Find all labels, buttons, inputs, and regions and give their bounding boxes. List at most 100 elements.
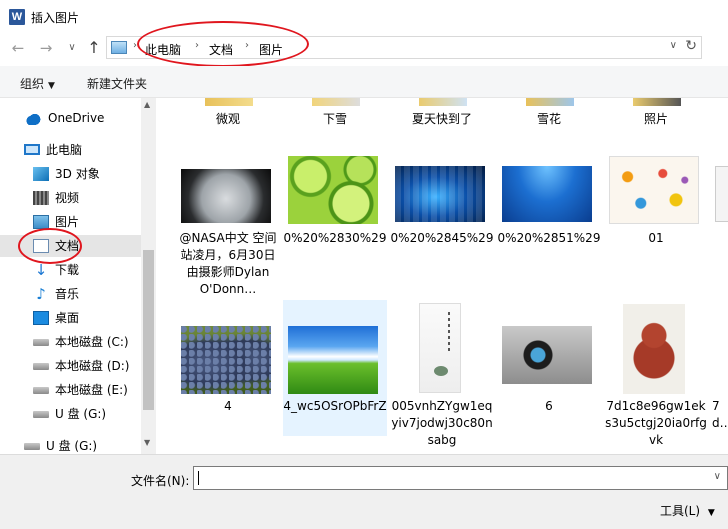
nav-item-videos[interactable]: 视频	[33, 187, 141, 209]
file-tile-01[interactable]: 01	[604, 154, 708, 264]
nav-item-downloads[interactable]: ↓ 下载	[33, 259, 141, 281]
title-bar: W 插入图片	[0, 0, 728, 34]
ink-painting-detail	[434, 366, 448, 376]
address-dropdown-icon[interactable]: ∨	[670, 40, 677, 51]
nav-item-label: 音乐	[55, 287, 80, 301]
breadcrumb-separator[interactable]: ›	[245, 40, 249, 51]
file-tile-7d1c8e[interactable]: 7d1c8e96gw1eks3u5ctgj20ia0rfgvk	[604, 300, 708, 450]
forward-arrow-icon[interactable]: →	[36, 38, 56, 58]
collage-image	[609, 156, 699, 224]
file-tile-2845[interactable]: 0%20%2845%29	[390, 154, 494, 264]
file-name: 4_wc5OSrOPbFrZ	[283, 399, 387, 413]
folder-icon	[526, 98, 574, 106]
window-title: 插入图片	[31, 11, 80, 25]
file-name: 4	[224, 399, 232, 413]
folder-label-xiaxue[interactable]: 下雪	[283, 110, 387, 127]
nav-item-usb-g[interactable]: U 盘 (G:)	[33, 403, 141, 425]
octopus-image	[623, 304, 685, 394]
partial-image	[715, 166, 728, 222]
pictures-icon	[33, 215, 49, 229]
music-icon: ♪	[36, 285, 46, 303]
new-folder-button[interactable]: 新建文件夹	[87, 75, 147, 92]
desktop-icon	[33, 311, 49, 325]
meadow-image	[288, 326, 378, 394]
word-app-icon: W	[9, 9, 25, 25]
file-tile-partial-2[interactable]: 7d…	[712, 300, 728, 450]
moon-image	[181, 169, 271, 223]
drive-icon	[33, 411, 49, 418]
drive-icon	[24, 443, 40, 450]
file-tile-2830[interactable]: 0%20%2830%29	[283, 154, 387, 264]
file-name: 01	[648, 231, 664, 245]
chevron-down-icon: ▼	[707, 508, 715, 518]
breadcrumb-this-pc[interactable]: 此电脑	[145, 41, 181, 58]
drive-icon	[33, 339, 49, 346]
folder-label-xuehua[interactable]: 雪花	[497, 110, 601, 127]
nav-item-this-pc[interactable]: 此电脑	[24, 139, 141, 161]
file-name-dropdown-icon[interactable]: ∨	[714, 471, 721, 482]
nav-item-3d-objects[interactable]: 3D 对象	[33, 163, 141, 185]
file-tile-2851[interactable]: 0%20%2851%29	[497, 154, 601, 264]
nav-item-drive-d[interactable]: 本地磁盘 (D:)	[33, 355, 141, 377]
nav-pane-scrollbar[interactable]: ▲ ▼	[141, 98, 156, 454]
tools-label: 工具(L)	[660, 504, 701, 518]
screen-image	[502, 326, 592, 384]
3d-objects-icon	[33, 167, 49, 181]
file-list: 微观 下雪 夏天快到了 雪花 照片 @NASA中文 空间站凌月，6月30日由摄影…	[157, 98, 728, 454]
scroll-down-icon[interactable]: ▼	[144, 438, 150, 447]
nav-item-music[interactable]: ♪ 音乐	[33, 283, 141, 305]
folder-icon	[633, 98, 681, 106]
address-bar[interactable]: › 此电脑 › 文档 › 图片 ∨ ↻	[106, 36, 702, 59]
scrollbar-thumb[interactable]	[143, 250, 154, 410]
organize-label: 组织	[20, 77, 45, 91]
ink-painting-image	[419, 303, 461, 393]
nav-item-documents[interactable]: 文档	[0, 235, 141, 257]
videos-icon	[33, 191, 49, 205]
breadcrumb-pictures[interactable]: 图片	[259, 41, 283, 58]
nav-item-label: 文档	[55, 239, 80, 253]
up-arrow-icon[interactable]: ↑	[84, 38, 104, 58]
nav-item-label: 本地磁盘 (D:)	[55, 359, 130, 373]
breadcrumb-separator[interactable]: ›	[195, 40, 199, 51]
file-tile-6[interactable]: 6	[497, 300, 601, 420]
folder-icon	[312, 98, 360, 106]
grapes-image	[181, 326, 271, 394]
file-tile-4[interactable]: 4	[176, 300, 280, 420]
file-name: 0%20%2830%29	[283, 231, 387, 245]
tools-button[interactable]: 工具(L) ▼	[660, 502, 715, 519]
back-arrow-icon[interactable]: ←	[8, 38, 28, 58]
documents-icon	[33, 239, 49, 253]
nav-item-label: 本地磁盘 (C:)	[55, 335, 129, 349]
file-name: 6	[545, 399, 553, 413]
nav-item-drive-c[interactable]: 本地磁盘 (C:)	[33, 331, 141, 353]
folder-icon	[419, 98, 467, 106]
download-icon: ↓	[34, 261, 48, 279]
file-name: 0%20%2851%29	[497, 231, 601, 245]
file-name-panel: 文件名(N): ∨ 工具(L) ▼	[0, 454, 728, 529]
recent-locations-chevron-icon[interactable]: ∨	[62, 38, 82, 58]
nav-item-label: 桌面	[55, 311, 80, 325]
file-name-input[interactable]: ∨	[193, 466, 728, 490]
nav-item-drive-e[interactable]: 本地磁盘 (E:)	[33, 379, 141, 401]
folder-label-xiatian[interactable]: 夏天快到了	[390, 110, 494, 127]
refresh-icon[interactable]: ↻	[685, 38, 697, 54]
command-bar: 组织 ▼ 新建文件夹	[0, 66, 728, 98]
file-tile-005vnh[interactable]: 005vnhZYgw1eqyiv7jodwj30c80nsabg	[390, 300, 494, 450]
folder-label-zhaopian[interactable]: 照片	[604, 110, 708, 127]
nav-item-pictures[interactable]: 图片	[33, 211, 141, 233]
nav-item-desktop[interactable]: 桌面	[33, 307, 141, 329]
nav-item-usb-g-root[interactable]: U 盘 (G:)	[24, 435, 141, 454]
file-tile-nasa[interactable]: @NASA中文 空间站凌月，6月30日由摄影师Dylan O'Donn…	[176, 154, 280, 298]
organize-button[interactable]: 组织 ▼	[20, 75, 55, 92]
nav-item-onedrive[interactable]: OneDrive	[26, 107, 141, 129]
breadcrumb-separator[interactable]: ›	[133, 40, 137, 51]
scroll-up-icon[interactable]: ▲	[144, 100, 150, 109]
drive-icon	[33, 387, 49, 394]
file-tile-partial-1[interactable]	[712, 154, 728, 264]
nav-item-label: 图片	[55, 215, 80, 229]
file-name: 7d1c8e96gw1eks3u5ctgj20ia0rfgvk	[605, 399, 707, 447]
text-caret	[198, 471, 199, 485]
breadcrumb-documents[interactable]: 文档	[209, 41, 233, 58]
file-tile-wc5[interactable]: 4_wc5OSrOPbFrZ	[283, 300, 387, 436]
folder-label-weiguan[interactable]: 微观	[176, 110, 280, 127]
